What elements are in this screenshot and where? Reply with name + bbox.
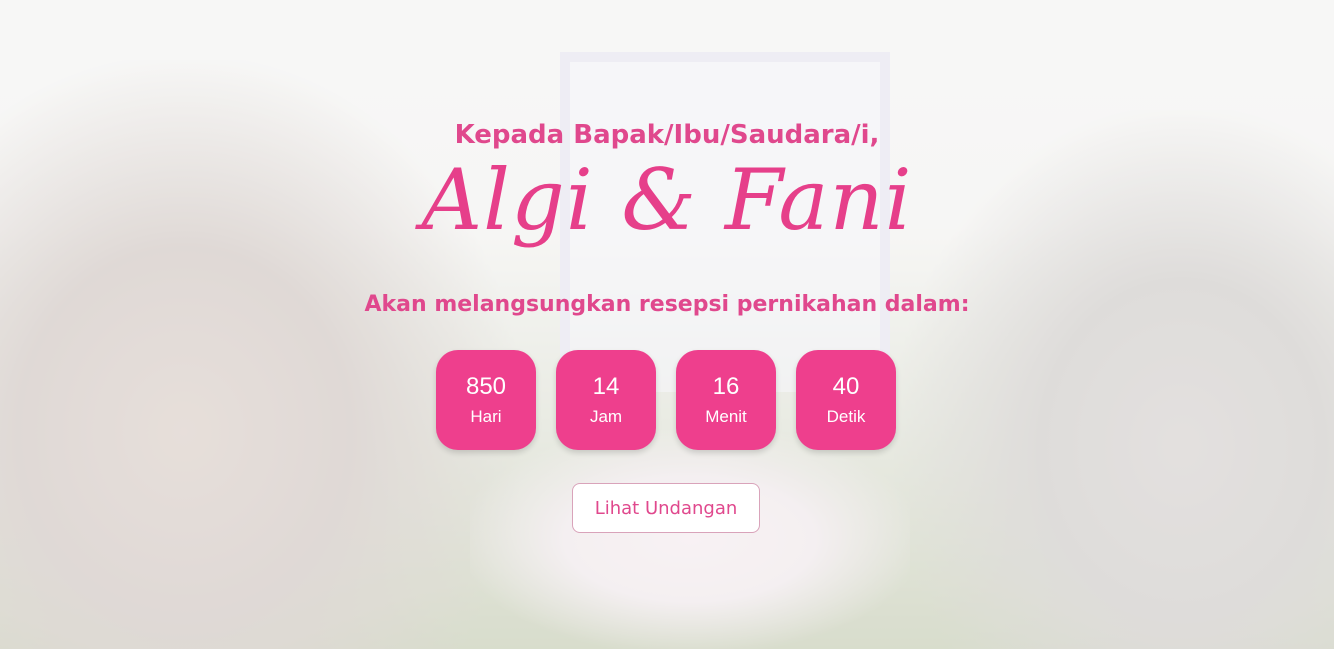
subtitle-text: Akan melangsungkan resepsi pernikahan da… — [364, 292, 970, 317]
hero-background-photo — [0, 0, 1334, 649]
countdown-days: 850 Hari — [436, 350, 536, 450]
countdown-hours: 14 Jam — [556, 350, 656, 450]
greeting-text: Kepada Bapak/Ibu/Saudara/i, — [454, 120, 880, 150]
countdown-days-value: 850 — [465, 372, 507, 400]
countdown-minutes-value: 16 — [712, 372, 740, 400]
couple-names: Algi & Fani — [421, 151, 913, 249]
countdown-seconds-label: Detik — [826, 407, 866, 427]
countdown-minutes: 16 Menit — [676, 350, 776, 450]
white-overlay — [0, 0, 1334, 649]
countdown-seconds-value: 40 — [832, 372, 860, 400]
countdown-hours-value: 14 — [592, 372, 620, 400]
view-invitation-button[interactable]: Lihat Undangan — [572, 483, 760, 533]
countdown-hours-label: Jam — [589, 407, 623, 427]
countdown-minutes-label: Menit — [705, 407, 747, 427]
countdown-seconds: 40 Detik — [796, 350, 896, 450]
countdown-timer: 850 Hari 14 Jam 16 Menit 40 Detik — [436, 350, 896, 450]
countdown-days-label: Hari — [470, 407, 502, 427]
